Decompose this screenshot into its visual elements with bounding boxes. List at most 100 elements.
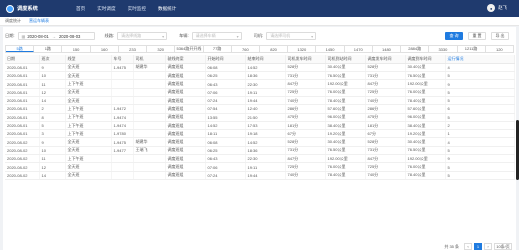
route-tag[interactable]: 5364路开开线 (175, 46, 204, 52)
table-cell: 2020-08-01 (5, 104, 40, 114)
column-header[interactable]: 司机发车时间 (285, 55, 326, 64)
table-cell: 07:24 (205, 171, 246, 180)
column-header[interactable]: 调度发车时间 (365, 55, 406, 64)
route-tag[interactable]: 760 (232, 46, 260, 52)
column-header[interactable]: 运行情况 (445, 55, 515, 64)
table-cell: 19:11 (245, 88, 286, 98)
route-tag[interactable]: 1450 (316, 46, 345, 52)
table-cell: 528分 (285, 137, 326, 147)
route-tag[interactable]: 77路 (204, 46, 232, 52)
table-row[interactable]: 2020-08-01 9 全天班 1-9475 胡建华 调度班组 06:08 14:52 528… (5, 63, 515, 73)
table-cell: 96.00公里 (405, 113, 446, 122)
app-logo[interactable]: 调度系统 (6, 4, 76, 13)
route-select[interactable]: 请选择线路 ▾ (117, 32, 168, 40)
route-tag[interactable]: 3330 (429, 46, 458, 52)
table-row[interactable]: 2020-08-01 14 全天班 调度班组 07:24 19:44 740分 78.40公里… (5, 96, 515, 106)
table-cell: 22:30 (245, 154, 286, 164)
route-tag[interactable]: 233 (119, 46, 148, 52)
table-cell: 96.00公里 (325, 113, 366, 122)
table-row[interactable]: 2020-08-02 14 全天班 调度班组 07:24 19:44 740分 78.40公里… (5, 171, 515, 180)
chevron-down-icon: ▾ (311, 33, 314, 39)
vehicle-select[interactable]: 请选择车辆 ▾ (191, 32, 242, 40)
route-tag[interactable]: 1211路 (458, 46, 486, 52)
table-row[interactable]: 2020-08-01 8 上下午班 1-9474 调度班组 13:55 21:50 475分 9… (5, 113, 515, 122)
next-page-button[interactable]: › (484, 243, 492, 250)
column-header[interactable]: 日期 (5, 55, 40, 64)
pagination: 共 35 条 ‹ 1 › 10条/页 (444, 243, 512, 250)
column-header[interactable]: 班次 (39, 55, 66, 64)
page-number-button[interactable]: 1 (474, 243, 482, 250)
route-tag[interactable]: 1480 (373, 46, 402, 52)
reset-button[interactable]: 重 置 (468, 32, 486, 40)
table-cell: 57.60公里 (325, 104, 366, 114)
route-tag[interactable]: 1320 (288, 46, 317, 52)
table-row[interactable]: 2020-08-01 3 上下午班 1-9780 调度班组 18:11 19:18 67分 19… (5, 129, 515, 139)
table-cell: 12 (39, 88, 66, 98)
route-tag[interactable]: 120 (486, 46, 513, 52)
table-body: 2020-08-01 9 全天班 1-9475 胡建华 调度班组 06:08 14:52 528… (5, 63, 515, 180)
export-button[interactable]: 导 出 (491, 32, 509, 40)
nav-monitor[interactable]: 实时监控 (128, 6, 146, 12)
route-tag[interactable]: 150 (62, 46, 91, 52)
table-cell: 8 (39, 113, 66, 122)
table-cell: 38.40公里 (325, 121, 366, 131)
table-cell (133, 121, 166, 131)
table-row[interactable]: 2020-08-01 2 上下午班 1-9472 调度班组 07:54 12:40 286分 5… (5, 104, 515, 114)
route-tag[interactable]: 820 (260, 46, 289, 52)
table-cell: 调度班组 (165, 154, 206, 164)
table-row[interactable]: 2020-08-02 11 上下午班 调度班组 06:43 22:30 847分 192.00… (5, 154, 515, 164)
nav-statistics[interactable]: 数据统计 (158, 6, 176, 12)
user-menu[interactable]: ● 赵飞 (487, 4, 507, 12)
column-header[interactable]: 司机到站时间 (325, 55, 366, 64)
table-cell: 5 (445, 162, 515, 172)
table-cell: 6 (445, 104, 515, 114)
column-header[interactable]: 司机 (133, 55, 166, 64)
table-row[interactable]: 2020-08-01 10 全天班 调度班组 06:25 18:36 731分 76.50公里… (5, 71, 515, 81)
table-cell: 5 (445, 171, 515, 180)
content-panel: 日期: ▦ 2020-08-01 → 2020-08-03 线路: 请选择线路 … (3, 27, 516, 250)
table-cell: 76.50公里 (325, 146, 366, 156)
route-tag[interactable]: 2884路 (401, 46, 430, 52)
column-header[interactable]: 线型 (65, 55, 112, 64)
driver-select[interactable]: 请选择司机 ▾ (266, 32, 317, 40)
table-cell: 740分 (365, 171, 406, 180)
nav-dispatch[interactable]: 实时调度 (97, 6, 115, 12)
table-row[interactable]: 2020-08-02 10 全天班 1-9477 王瑞飞 调度班组 06:25 18:36 73… (5, 146, 515, 156)
table-cell (133, 88, 166, 98)
route-tag[interactable]: 320 (147, 46, 176, 52)
prev-page-button[interactable]: ‹ (464, 243, 472, 250)
route-tag[interactable]: 160 (91, 46, 119, 52)
table-row[interactable]: 2020-08-02 9 全天班 1-9475 胡建华 调度班组 06:08 14:52 528… (5, 137, 515, 147)
app-title: 调度系统 (17, 6, 38, 12)
table-cell (133, 154, 166, 164)
table-cell: 18:36 (245, 146, 286, 156)
route-tag[interactable]: 1470 (345, 46, 373, 52)
table-cell: 上下午班 (65, 113, 112, 122)
column-header[interactable]: 开始时间 (205, 55, 246, 64)
table-cell: 76.00公里 (405, 162, 446, 172)
query-button[interactable]: 查 询 (445, 32, 463, 40)
table-row[interactable]: 2020-08-02 12 全天班 调度班组 07:06 19:11 725分 76.00公里… (5, 162, 515, 172)
page-size-select[interactable]: 10条/页 (494, 243, 512, 250)
table-row[interactable]: 2020-08-01 5 上下午班 1-9474 调度班组 14:52 17:53 181分 3… (5, 121, 515, 131)
column-header[interactable]: 结束时间 (245, 55, 286, 64)
tab-dispatch-stats[interactable]: 调度统计 (5, 18, 21, 24)
table-cell: 12:40 (245, 104, 286, 114)
table-cell: 192.00公里 (325, 79, 366, 89)
filter-bar: 日期: ▦ 2020-08-01 → 2020-08-03 线路: 请选择线路 … (5, 31, 514, 41)
table-cell: 9 (445, 79, 515, 89)
table-cell: 4 (445, 137, 515, 147)
tab-operating-vehicles[interactable]: 营运车辆表 (29, 18, 49, 24)
date-range-picker[interactable]: ▦ 2020-08-01 → 2020-08-03 (17, 32, 95, 40)
table-row[interactable]: 2020-08-01 11 上下午班 调度班组 06:43 22:30 847分 192.00… (5, 79, 515, 89)
column-header[interactable]: 调度到车时间 (405, 55, 446, 64)
route-tags: 5路 1路 150 160 233 320 5364路开开线 77路 760 820 1320 145… (5, 45, 514, 53)
table-cell (133, 171, 166, 180)
column-header[interactable]: 驶线终案 (165, 55, 206, 64)
table-cell: 19:11 (245, 162, 286, 172)
table-row[interactable]: 2020-08-01 12 全天班 调度班组 07:06 19:11 725分 76.00公里… (5, 88, 515, 98)
nav-home[interactable]: 首页 (76, 6, 85, 12)
route-tag[interactable]: 5路 (6, 46, 35, 52)
route-tag[interactable]: 1路 (34, 46, 63, 52)
column-header[interactable]: 车号 (111, 55, 134, 64)
